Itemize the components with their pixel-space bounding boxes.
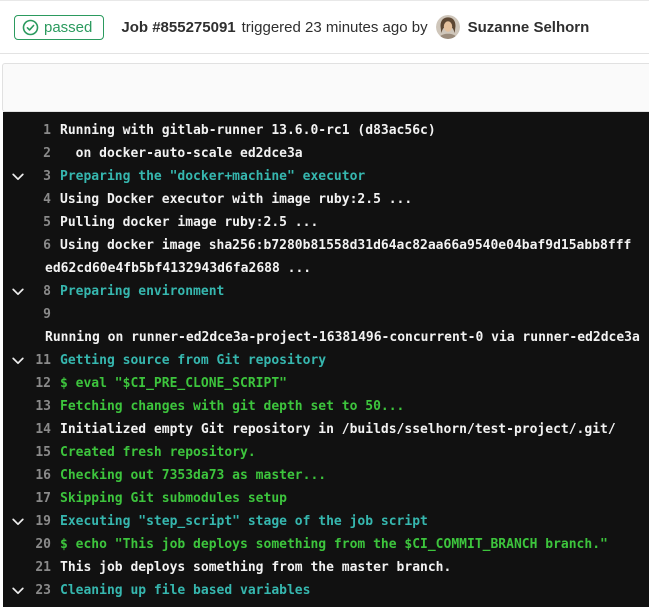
log-line: 16Checking out 7353da73 as master...: [3, 464, 649, 487]
line-number-link[interactable]: 1: [30, 119, 60, 142]
log-text: This job deploys something from the mast…: [60, 560, 451, 575]
status-badge[interactable]: passed: [14, 15, 104, 40]
line-number-link[interactable]: 16: [30, 464, 60, 487]
log-text: $ eval "$CI_PRE_CLONE_SCRIPT": [60, 376, 287, 391]
user-name[interactable]: Suzanne Selhorn: [468, 19, 590, 36]
log-text: Preparing environment: [60, 284, 224, 299]
log-line: 1Running with gitlab-runner 13.6.0-rc1 (…: [3, 119, 649, 142]
log-line: 6Using docker image sha256:b7280b81558d3…: [3, 234, 649, 280]
log-line: 19Executing "step_script" stage of the j…: [3, 510, 649, 533]
log-line: 2 on docker-auto-scale ed2dce3a: [3, 142, 649, 165]
log-line: 25Job succeeded: [3, 602, 649, 607]
chevron-down-icon[interactable]: [11, 285, 25, 299]
line-number-link[interactable]: 14: [30, 418, 60, 441]
line-number-link[interactable]: 2: [30, 142, 60, 165]
log-text: Fetching changes with git depth set to 5…: [60, 399, 404, 414]
log-text: Using docker image sha256:b7280b81558d31…: [45, 238, 631, 276]
line-number-link[interactable]: 20: [30, 533, 60, 556]
log-line: 8Preparing environment: [3, 280, 649, 303]
line-number-link[interactable]: 12: [30, 372, 60, 395]
log-text: Initialized empty Git repository in /bui…: [60, 422, 616, 437]
line-number-link[interactable]: 21: [30, 556, 60, 579]
log-text: Running on runner-ed2dce3a-project-16381…: [45, 330, 640, 345]
line-number-link[interactable]: 15: [30, 441, 60, 464]
line-number-link[interactable]: 19: [30, 510, 60, 533]
log-text: Cleaning up file based variables: [60, 583, 310, 598]
log-text: Using Docker executor with image ruby:2.…: [60, 192, 412, 207]
line-number-link[interactable]: 25: [30, 602, 60, 607]
line-number-link[interactable]: 4: [30, 188, 60, 211]
chevron-down-icon[interactable]: [11, 515, 25, 529]
chevron-down-icon[interactable]: [11, 170, 25, 184]
log-text: Checking out 7353da73 as master...: [60, 468, 326, 483]
log-line: 9 Running on runner-ed2dce3a-project-1638…: [3, 303, 649, 349]
log-text: Preparing the "docker+machine" executor: [60, 169, 365, 184]
line-number-link[interactable]: 9: [30, 303, 60, 326]
avatar[interactable]: [436, 15, 460, 39]
job-log: 1Running with gitlab-runner 13.6.0-rc1 (…: [3, 112, 649, 607]
log-line: 4Using Docker executor with image ruby:2…: [3, 188, 649, 211]
line-number-link[interactable]: 3: [30, 165, 60, 188]
chevron-down-icon[interactable]: [11, 354, 25, 368]
line-number-link[interactable]: 13: [30, 395, 60, 418]
log-text: Created fresh repository.: [60, 445, 256, 460]
log-line: 12$ eval "$CI_PRE_CLONE_SCRIPT": [3, 372, 649, 395]
log-text: Getting source from Git repository: [60, 353, 326, 368]
line-number-link[interactable]: 11: [30, 349, 60, 372]
log-text: Pulling docker image ruby:2.5 ...: [60, 215, 318, 230]
log-line: 17Skipping Git submodules setup: [3, 487, 649, 510]
line-number-link[interactable]: 17: [30, 487, 60, 510]
line-number-link[interactable]: 23: [30, 579, 60, 602]
log-line: 21This job deploys something from the ma…: [3, 556, 649, 579]
job-log-controls: [2, 63, 649, 112]
log-text: $ echo "This job deploys something from …: [60, 537, 608, 552]
job-id: Job #855275091: [121, 19, 235, 36]
log-text: Executing "step_script" stage of the job…: [60, 514, 428, 529]
status-badge-label: passed: [44, 19, 92, 36]
log-line: 20$ echo "This job deploys something fro…: [3, 533, 649, 556]
log-line: 13Fetching changes with git depth set to…: [3, 395, 649, 418]
chevron-down-icon[interactable]: [11, 584, 25, 598]
log-line: 5Pulling docker image ruby:2.5 ...: [3, 211, 649, 234]
log-line: 3Preparing the "docker+machine" executor: [3, 165, 649, 188]
log-text: Running with gitlab-runner 13.6.0-rc1 (d…: [60, 123, 436, 138]
triggered-text: triggered 23 minutes ago by: [242, 19, 428, 36]
log-line: 14Initialized empty Git repository in /b…: [3, 418, 649, 441]
line-number-link[interactable]: 5: [30, 211, 60, 234]
log-line: 15Created fresh repository.: [3, 441, 649, 464]
line-number-link[interactable]: 6: [30, 234, 60, 257]
log-line: 23Cleaning up file based variables: [3, 579, 649, 602]
job-header-bar: passed Job #855275091 triggered 23 minut…: [0, 0, 649, 54]
log-text: on docker-auto-scale ed2dce3a: [60, 146, 303, 161]
log-text: Skipping Git submodules setup: [60, 491, 287, 506]
check-circle-icon: [22, 19, 39, 36]
log-line: 11Getting source from Git repository: [3, 349, 649, 372]
line-number-link[interactable]: 8: [30, 280, 60, 303]
